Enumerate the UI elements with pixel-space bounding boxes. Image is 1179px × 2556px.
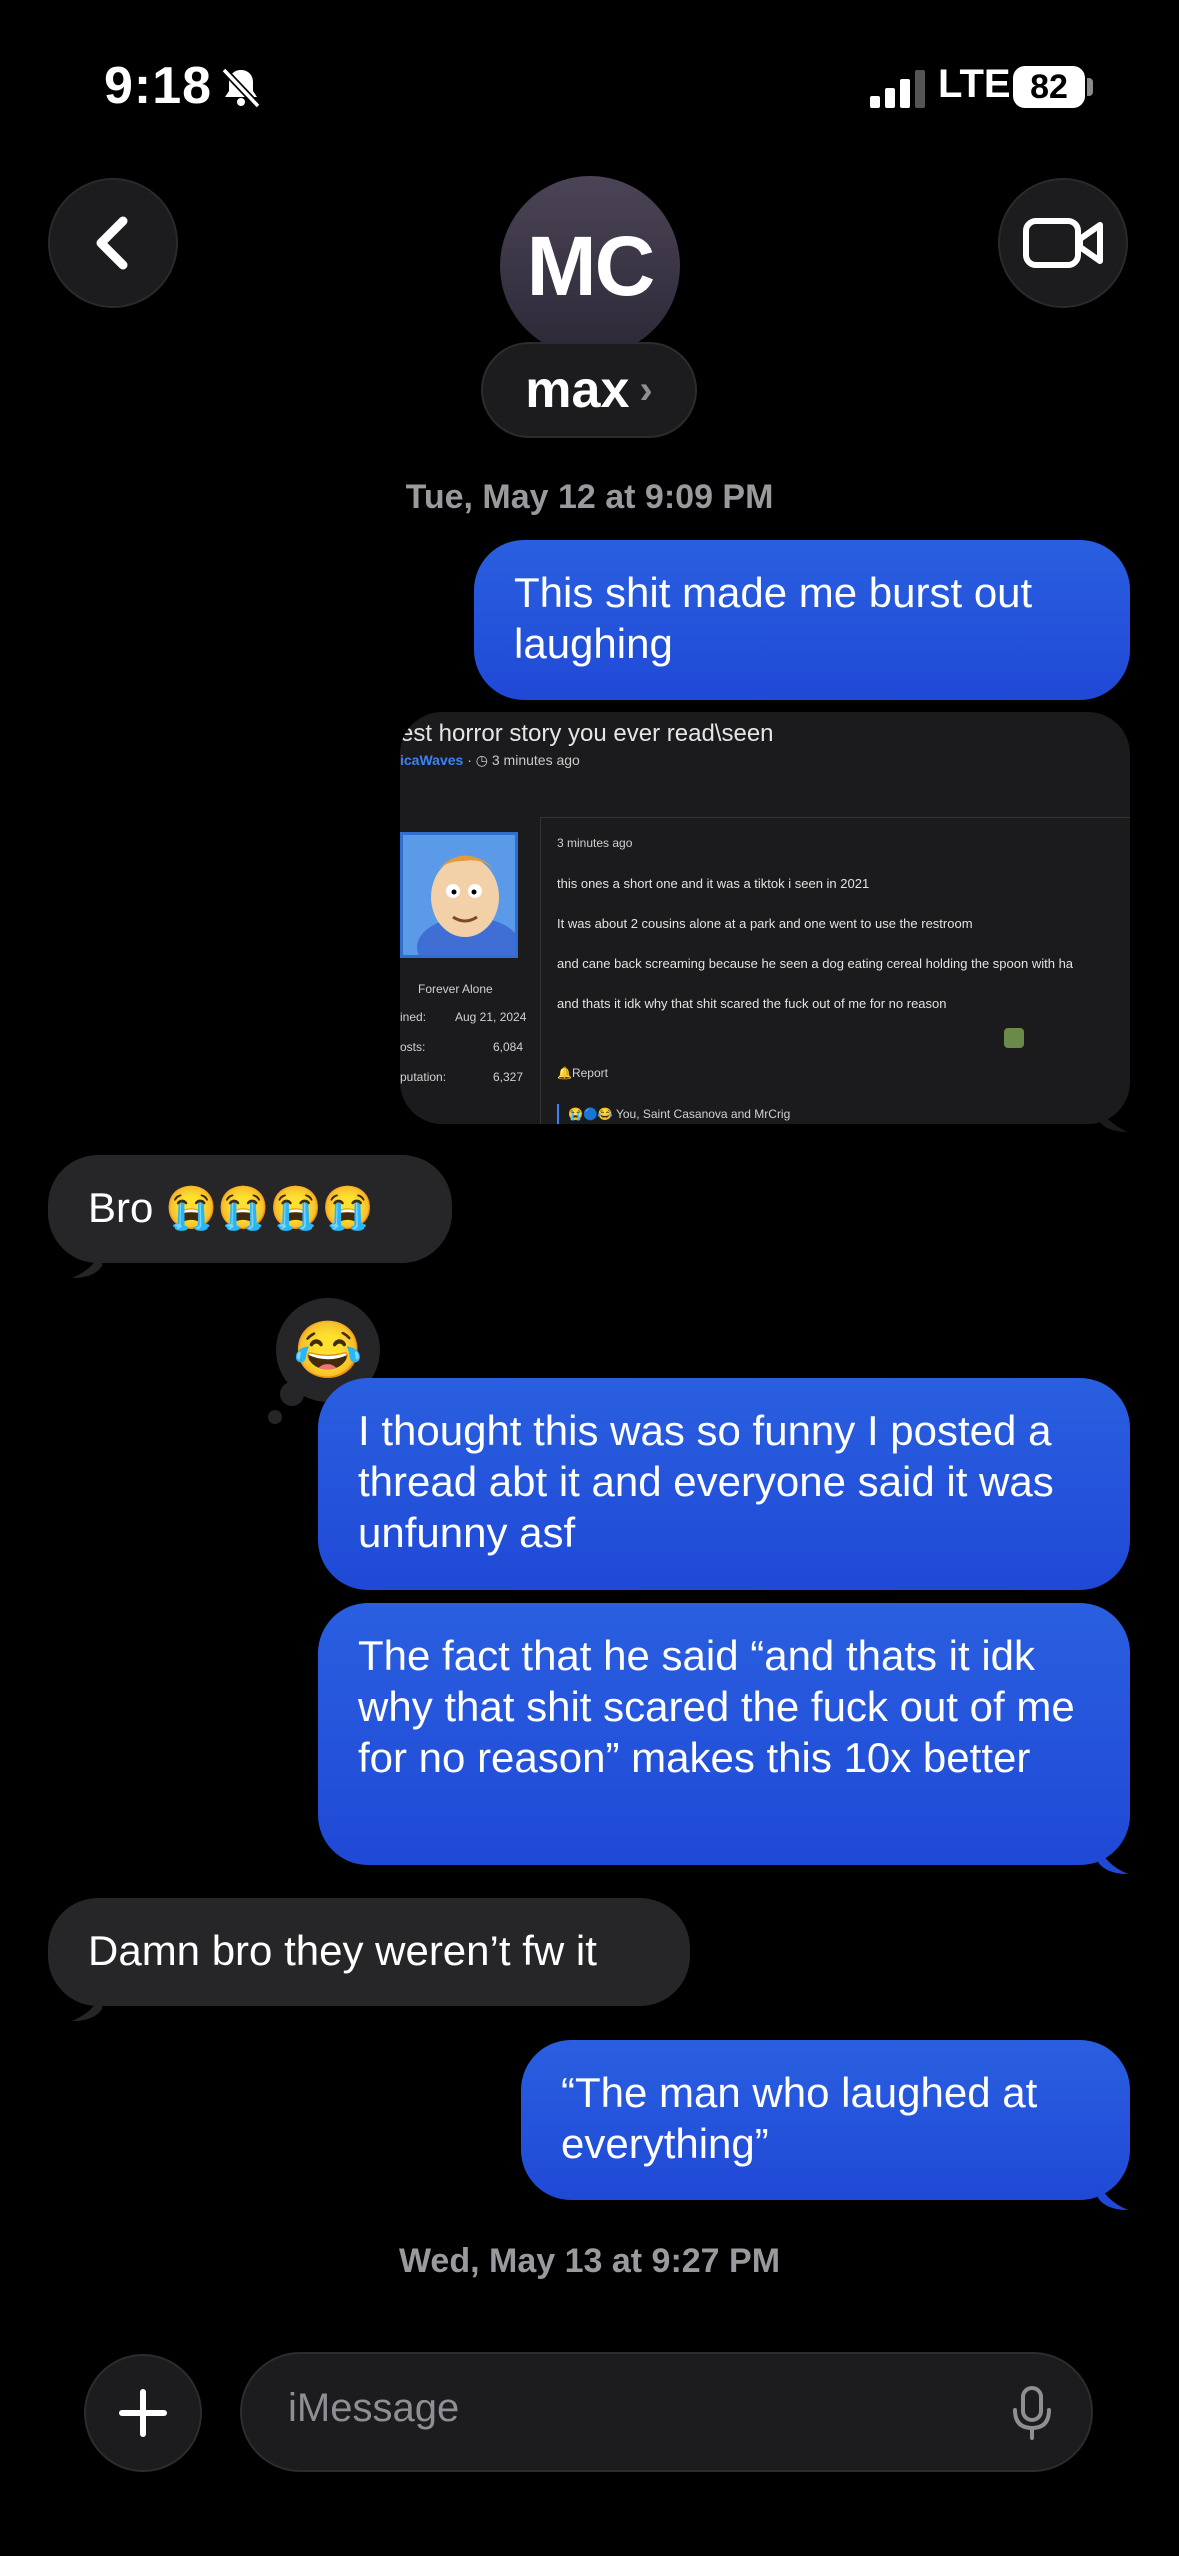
reactions-summary: 😭🔵😂 You, Saint Casanova and MrCrig [568, 1107, 791, 1121]
received-message-bubble[interactable]: Bro 😭😭😭😭 [48, 1155, 452, 1263]
apps-plus-button[interactable] [84, 2354, 202, 2472]
stat-value: Aug 21, 2024 [455, 1010, 527, 1024]
sticker-icon [1004, 1028, 1024, 1048]
battery-level: 82 [1013, 66, 1085, 108]
stat-label: ined: [400, 1010, 427, 1024]
contact-name-button[interactable]: max › [481, 342, 697, 438]
divider [557, 1104, 559, 1124]
network-type: LTE [938, 62, 1011, 106]
message-text: “The man who laughed at everything” [561, 2069, 1038, 2167]
message-text: The fact that he said “and thats it idk … [358, 1632, 1075, 1781]
microphone-icon[interactable] [1010, 2386, 1054, 2440]
stat-label: putation: [400, 1070, 447, 1084]
stat-value: 6,327 [493, 1070, 524, 1084]
chevron-left-icon [96, 216, 128, 270]
cellular-signal-icon [870, 70, 925, 108]
sent-message-bubble[interactable]: The fact that he said “and thats it idk … [318, 1603, 1130, 1865]
message-text: Bro 😭😭😭😭 [88, 1184, 375, 1231]
back-button[interactable] [48, 178, 178, 308]
bubble-tail [1098, 1102, 1128, 1132]
bell-icon: 🔔 [557, 1066, 572, 1080]
plus-icon [119, 2389, 167, 2437]
message-input-placeholder: iMessage [288, 2386, 460, 2430]
message-text: I thought this was so funny I posted a t… [358, 1407, 1054, 1556]
message-text: Damn bro they weren’t fw it [88, 1927, 597, 1974]
sent-message-bubble[interactable]: This shit made me burst out laughing [474, 540, 1130, 700]
post-line: and thats it idk why that shit scared th… [557, 996, 947, 1011]
received-message-bubble[interactable]: Damn bro they weren’t fw it [48, 1898, 690, 2006]
chevron-right-icon: › [639, 367, 653, 412]
divider [540, 817, 541, 1124]
tapback-tail [268, 1410, 282, 1424]
message-text: This shit made me burst out laughing [514, 569, 1033, 667]
laughing-emoji-icon: 😂 [293, 1318, 363, 1381]
post-time: 3 minutes ago [557, 836, 633, 850]
battery-icon [1087, 78, 1093, 96]
thread-title: est horror story you ever read\seen [400, 720, 774, 747]
report-link: 🔔Report [557, 1066, 608, 1080]
post-line: this ones a short one and it was a tikto… [557, 876, 870, 891]
sent-message-bubble[interactable]: I thought this was so funny I posted a t… [318, 1378, 1130, 1590]
thread-meta: icaWaves · ◷ 3 minutes ago [400, 752, 580, 769]
divider [540, 817, 1130, 818]
facetime-video-button[interactable] [998, 178, 1128, 308]
conversation-timestamp: Tue, May 12 at 9:09 PM [405, 478, 774, 516]
tapback-tail [280, 1382, 304, 1406]
thread-time: 3 minutes ago [491, 752, 580, 768]
bubble-tail [72, 1248, 102, 1278]
status-time: 9:18 [104, 57, 213, 115]
post-line: It was about 2 cousins alone at a park a… [557, 916, 973, 931]
post-line: and cane back screaming because he seen … [557, 956, 1074, 971]
sent-message-bubble[interactable]: “The man who laughed at everything” [521, 2040, 1130, 2200]
image-attachment[interactable]: est horror story you ever read\seen icaW… [400, 712, 1130, 1124]
reaction-icons: 😭🔵😂 [568, 1107, 616, 1121]
clock-icon: · ◷ [467, 752, 492, 768]
video-camera-icon [1023, 218, 1103, 268]
thread-author: icaWaves [400, 752, 464, 768]
bubble-tail [1098, 2180, 1128, 2210]
stat-value: 6,084 [493, 1040, 524, 1054]
bubble-tail [1098, 1844, 1128, 1874]
user-avatar-image [400, 832, 518, 958]
cartoon-avatar-icon [403, 835, 515, 955]
stat-label: osts: [400, 1040, 426, 1054]
silent-bell-icon [221, 67, 261, 109]
conversation-timestamp: Wed, May 13 at 9:27 PM [398, 2242, 781, 2280]
contact-name: max [525, 361, 630, 419]
contact-avatar[interactable]: MC [500, 176, 680, 356]
bubble-tail [72, 1991, 102, 2021]
user-title: Forever Alone [418, 982, 493, 996]
